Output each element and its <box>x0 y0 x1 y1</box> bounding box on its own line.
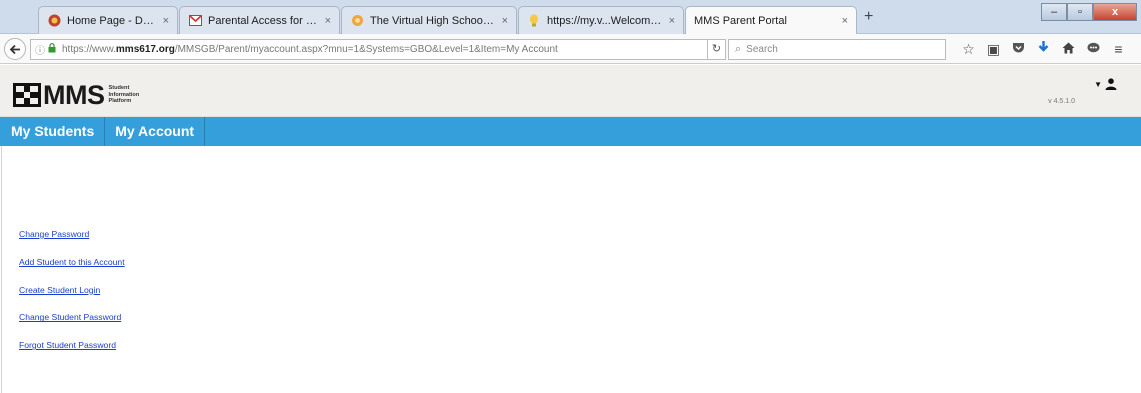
window-controls: – ▫ x <box>1041 3 1137 21</box>
logo-subtitle: Student Information Platform <box>108 85 140 105</box>
search-placeholder: Search <box>746 44 778 55</box>
lock-icon[interactable] <box>48 43 56 56</box>
change-student-password-link[interactable]: Change Student Password <box>19 312 125 340</box>
url-bar[interactable]: ⓘ https://www.mms617.org/MMSGB/Parent/my… <box>30 39 708 60</box>
tab-close-icon[interactable]: × <box>842 15 848 27</box>
tab-close-icon[interactable]: × <box>325 15 331 27</box>
browser-tab[interactable]: https://my.v...Welcome.aspx × <box>518 6 684 34</box>
create-student-login-link[interactable]: Create Student Login <box>19 285 125 313</box>
browser-tab[interactable]: The Virtual High School O... × <box>341 6 517 34</box>
search-input[interactable]: ⌕ Search <box>728 39 946 60</box>
browser-tab[interactable]: Parental Access for https://... × <box>179 6 340 34</box>
change-password-link[interactable]: Change Password <box>19 229 125 257</box>
browser-tab-label: https://my.v...Welcome.aspx <box>547 14 663 27</box>
home-icon[interactable] <box>1058 40 1079 58</box>
tab-close-icon[interactable]: × <box>502 15 508 27</box>
close-window-button[interactable]: x <box>1093 3 1137 21</box>
browser-tab-label: Home Page - Delone Cath... <box>67 14 157 27</box>
globe-favicon-icon <box>47 14 61 28</box>
mms-logo[interactable]: MMS Student Information Platform <box>13 80 140 110</box>
browser-tab-label: The Virtual High School O... <box>370 14 496 27</box>
browser-tab-label: Parental Access for https://... <box>208 14 319 27</box>
user-icon <box>1105 78 1117 90</box>
app-header: MMS Student Information Platform v 4.5.1… <box>0 65 1141 117</box>
reload-icon[interactable]: ↻ <box>708 39 726 60</box>
pocket-icon[interactable] <box>1008 40 1029 58</box>
chat-icon[interactable] <box>1083 40 1104 58</box>
gmail-favicon-icon <box>188 14 202 28</box>
browser-tab-strip: Home Page - Delone Cath... × Parental Ac… <box>0 0 1141 35</box>
search-icon: ⌕ <box>735 43 742 55</box>
star-icon[interactable]: ☆ <box>958 40 979 58</box>
main-nav: My Students My Account <box>0 117 1141 146</box>
new-tab-icon[interactable]: + <box>864 8 873 26</box>
url-text: https://www.mms617.org/MMSGB/Parent/myac… <box>62 44 558 55</box>
account-links: Change Password Add Student to this Acco… <box>19 229 125 368</box>
forgot-student-password-link[interactable]: Forgot Student Password <box>19 340 125 368</box>
tab-my-students[interactable]: My Students <box>0 117 106 146</box>
tab-close-icon[interactable]: × <box>669 15 675 27</box>
logo-text: MMS <box>43 80 105 110</box>
info-icon[interactable]: ⓘ <box>35 42 45 57</box>
vhs-favicon-icon <box>350 14 364 28</box>
mms-logo-mark-icon <box>13 83 41 107</box>
bulb-favicon-icon <box>527 14 541 28</box>
minimize-button[interactable]: – <box>1041 3 1067 21</box>
browser-tab-label: MMS Parent Portal <box>694 15 787 27</box>
tab-close-icon[interactable]: × <box>163 15 169 27</box>
browser-tab-active[interactable]: MMS Parent Portal × <box>685 6 857 35</box>
browser-toolbar-icons: ☆ ▣ ≡ <box>958 40 1133 58</box>
download-icon[interactable] <box>1033 40 1054 58</box>
clipboard-icon[interactable]: ▣ <box>983 40 1004 58</box>
browser-toolbar: ⓘ https://www.mms617.org/MMSGB/Parent/my… <box>0 34 1141 64</box>
browser-tab[interactable]: Home Page - Delone Cath... × <box>38 6 178 34</box>
tab-my-account[interactable]: My Account <box>105 117 206 146</box>
add-student-link[interactable]: Add Student to this Account <box>19 257 125 285</box>
page-border <box>1 146 2 393</box>
menu-icon[interactable]: ≡ <box>1108 40 1129 58</box>
version-label: v 4.5.1.0 <box>1048 98 1075 105</box>
caret-down-icon: ▼ <box>1094 79 1102 89</box>
maximize-button[interactable]: ▫ <box>1067 3 1093 21</box>
user-menu-button[interactable]: ▼ <box>1094 78 1117 90</box>
back-arrow-icon[interactable] <box>4 38 26 60</box>
